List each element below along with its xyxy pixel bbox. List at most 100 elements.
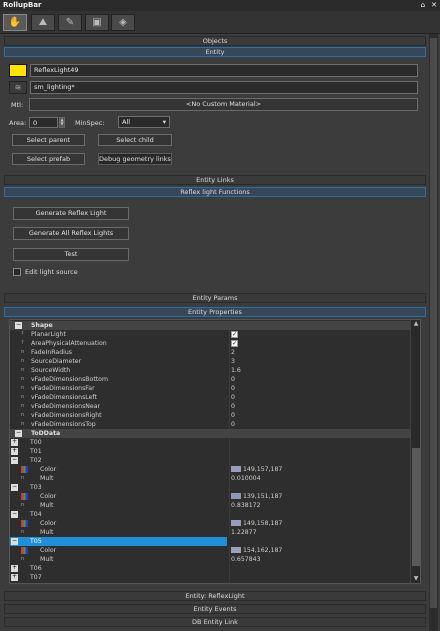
rollup-scrollbar[interactable] (429, 34, 438, 631)
entity-links-section-header[interactable]: Entity Links (4, 175, 426, 185)
property-value[interactable]: 0.838172 (231, 501, 261, 510)
tod-row-t02[interactable]: − T02 (10, 456, 410, 465)
property-row[interactable]: n vFadeDimensionsFar 0 (10, 384, 410, 393)
close-icon[interactable]: ✕ (431, 0, 437, 11)
collapse-icon[interactable]: − (11, 511, 18, 518)
expand-icon[interactable]: + (11, 565, 18, 572)
property-value[interactable]: 0 (231, 402, 235, 411)
area-physical-attenuation-checkbox[interactable]: ✓ (231, 340, 238, 347)
area-field[interactable]: 0 (29, 117, 58, 128)
scrollbar-thumb[interactable] (430, 38, 437, 608)
property-value[interactable]: 154,162,187 (243, 547, 282, 554)
expand-icon[interactable]: + (11, 439, 18, 446)
property-value[interactable]: 0 (231, 384, 235, 393)
minspec-select[interactable]: All ▾ (118, 116, 170, 128)
generate-all-reflex-lights-button[interactable]: Generate All Reflex Lights (13, 227, 129, 240)
area-spinner[interactable]: ▲ ▼ (59, 117, 65, 128)
collapse-icon[interactable]: − (11, 457, 18, 464)
tod-row-t05[interactable]: − T05 (10, 537, 227, 546)
display-tab-icon[interactable]: ▣ (85, 14, 109, 31)
property-value[interactable]: 149,157,187 (243, 466, 282, 473)
tod-row-t06[interactable]: + T06 (10, 564, 410, 573)
tod-row-t04[interactable]: − T04 (10, 510, 410, 519)
property-row[interactable]: Color 139,151,187 (10, 492, 410, 501)
debug-geometry-links-button[interactable]: Debug geometry links (98, 153, 172, 165)
property-value[interactable]: 1.22877 (231, 528, 257, 537)
collapse-icon[interactable]: − (15, 322, 22, 329)
tod-row-t00[interactable]: + T00 (10, 438, 410, 447)
material-button[interactable]: <No Custom Material> (29, 98, 418, 111)
entity-color-swatch[interactable] (9, 64, 27, 77)
collapse-icon[interactable]: − (11, 484, 18, 491)
expand-icon[interactable]: + (11, 448, 18, 455)
collapse-icon[interactable]: − (11, 538, 18, 545)
scrollbar-thumb[interactable] (412, 448, 420, 566)
layers-tab-icon[interactable]: ◈ (111, 14, 135, 31)
property-grid-scrollbar[interactable]: ▲ ▼ (410, 320, 420, 583)
property-row[interactable]: ? PlanarLight ✓ (10, 330, 410, 339)
property-row[interactable]: n vFadeDimensionsTop 0 (10, 420, 410, 429)
select-parent-button[interactable]: Select parent (12, 134, 85, 146)
property-value[interactable]: 1.6 (231, 366, 241, 375)
property-group-shape[interactable]: − Shape (10, 321, 410, 330)
property-row[interactable]: n Mult 0.657843 (10, 555, 410, 564)
property-value[interactable]: 149,158,187 (243, 520, 282, 527)
property-value[interactable]: 0.010004 (231, 474, 261, 483)
entity-events-section-header[interactable]: Entity Events (4, 604, 426, 614)
objects-section-header[interactable]: Objects (4, 36, 426, 46)
entity-name-field[interactable]: ReflexLight49 (30, 64, 418, 77)
property-row[interactable]: n vFadeDimensionsRight 0 (10, 411, 410, 420)
objects-tab-icon[interactable]: ✋ (3, 14, 27, 31)
property-value[interactable]: 0 (231, 420, 235, 429)
property-value[interactable]: 0 (231, 411, 235, 420)
test-button[interactable]: Test (13, 248, 129, 261)
property-value[interactable]: 0 (231, 375, 235, 384)
expand-icon[interactable]: + (11, 574, 18, 581)
entity-section-header[interactable]: Entity (4, 47, 426, 57)
property-row[interactable]: n SourceWidth 1.6 (10, 366, 410, 375)
modelling-tab-icon[interactable]: ✎ (58, 14, 82, 31)
entity-properties-section-header[interactable]: Entity Properties (4, 307, 426, 317)
layer-icon[interactable]: ≋ (9, 81, 27, 94)
property-value[interactable]: 0 (231, 393, 235, 402)
scroll-up-icon[interactable]: ▲ (412, 320, 420, 328)
pin-icon[interactable]: ⌂ (421, 0, 425, 11)
tod-row-t03[interactable]: − T03 (10, 483, 410, 492)
property-row[interactable]: n Mult 1.22877 (10, 528, 410, 537)
collapse-icon[interactable]: − (15, 430, 22, 437)
property-row[interactable]: Color 149,157,187 (10, 465, 410, 474)
color-swatch[interactable] (231, 493, 241, 499)
generate-reflex-light-button[interactable]: Generate Reflex Light (13, 207, 129, 220)
terrain-tab-icon[interactable]: ⛰ (31, 14, 55, 31)
property-row[interactable]: n Mult 0.838172 (10, 501, 410, 510)
property-value[interactable]: 3 (231, 357, 235, 366)
planar-light-checkbox[interactable]: ✓ (231, 331, 238, 338)
property-row[interactable]: n vFadeDimensionsLeft 0 (10, 393, 410, 402)
property-row[interactable]: n vFadeDimensionsNear 0 (10, 402, 410, 411)
property-value[interactable]: 0.657843 (231, 555, 261, 564)
scroll-down-icon[interactable]: ▼ (412, 575, 420, 583)
property-row[interactable]: ? AreaPhysicalAttenuation ✓ (10, 339, 410, 348)
property-row[interactable]: Color 154,162,187 (10, 546, 410, 555)
color-swatch[interactable] (231, 547, 241, 553)
color-swatch[interactable] (231, 466, 241, 472)
property-value[interactable]: 139,151,187 (243, 493, 282, 500)
property-value[interactable]: 2 (231, 348, 235, 357)
select-child-button[interactable]: Select child (98, 134, 172, 146)
property-row[interactable]: n SourceDiameter 3 (10, 357, 410, 366)
edit-light-source-checkbox[interactable] (13, 268, 21, 276)
entity-layer-field[interactable]: sm_lighting* (30, 81, 418, 94)
property-group-toddata[interactable]: − ToDData (10, 429, 410, 438)
property-row[interactable]: n FadeInRadius 2 (10, 348, 410, 357)
property-row[interactable]: Color 149,158,187 (10, 519, 410, 528)
property-row[interactable]: n Mult 0.010004 (10, 474, 410, 483)
tod-row-t07[interactable]: + T07 (10, 573, 410, 582)
db-entity-link-section-header[interactable]: DB Entity Link (4, 617, 426, 627)
entity-params-section-header[interactable]: Entity Params (4, 293, 426, 303)
color-swatch[interactable] (231, 520, 241, 526)
reflex-functions-section-header[interactable]: Reflex light Functions (4, 187, 426, 197)
tod-row-t01[interactable]: + T01 (10, 447, 410, 456)
property-row[interactable]: n vFadeDimensionsBottom 0 (10, 375, 410, 384)
entity-reflexlight-section-header[interactable]: Entity: ReflexLight (4, 591, 426, 601)
select-prefab-button[interactable]: Select prefab (12, 153, 85, 165)
